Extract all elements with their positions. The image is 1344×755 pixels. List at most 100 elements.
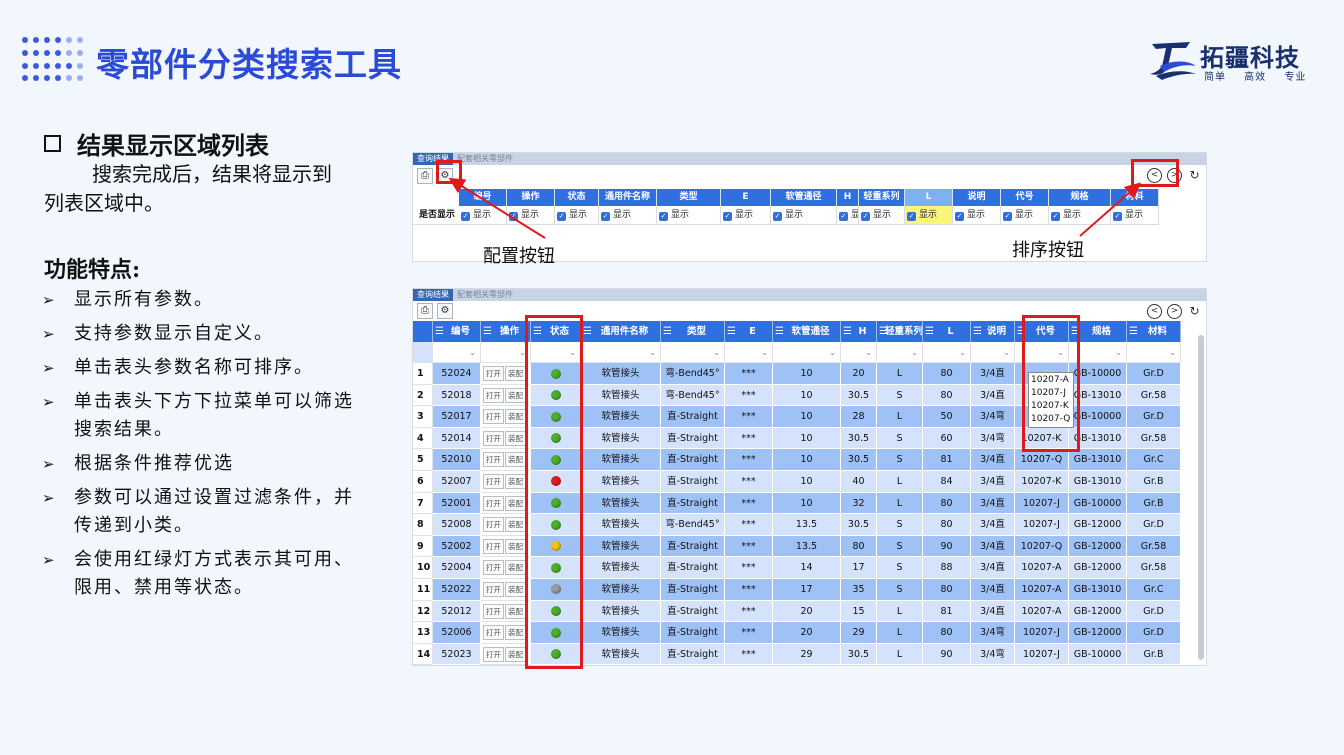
- table-row[interactable]: 4 52014 打开 装配 软管接头 直-Straight *** 10 30.5 S 60 3/4弯…: [413, 427, 1206, 450]
- table-row[interactable]: 11 52022 打开 装配 软管接头 直-Straight *** 17 35 S 80 3/4直 1…: [413, 578, 1206, 601]
- config-show-checkbox[interactable]: ✓显示: [905, 206, 953, 225]
- column-filter-dropdown[interactable]: ⌄: [531, 342, 581, 363]
- dropdown-option[interactable]: 10207-K: [1031, 400, 1071, 413]
- chevron-left-circle-icon[interactable]: <: [1147, 304, 1162, 319]
- open-button[interactable]: 打开: [483, 495, 504, 511]
- sort-icon[interactable]: ☰: [435, 321, 444, 342]
- assemble-button[interactable]: 装配: [505, 409, 526, 425]
- open-button[interactable]: 打开: [483, 646, 504, 662]
- sort-icon[interactable]: ☰: [1129, 321, 1138, 342]
- table-row[interactable]: 10 52004 打开 装配 软管接头 直-Straight *** 14 17 S 88 3/4直 1…: [413, 557, 1206, 579]
- tab-related-parts[interactable]: 配套相关零部件: [453, 153, 517, 165]
- column-header[interactable]: ☰ E: [725, 321, 773, 342]
- column-filter-dropdown[interactable]: ⌄: [841, 342, 877, 363]
- assemble-button[interactable]: 装配: [505, 366, 526, 381]
- assemble-button[interactable]: 装配: [505, 538, 526, 554]
- open-button[interactable]: 打开: [483, 430, 504, 446]
- assemble-button[interactable]: 装配: [505, 625, 526, 641]
- column-header[interactable]: ☰ 代号: [1015, 321, 1069, 342]
- column-header[interactable]: ☰ 类型: [661, 321, 725, 342]
- sort-icon[interactable]: ☰: [483, 321, 492, 342]
- table-row[interactable]: 5 52010 打开 装配 软管接头 直-Straight *** 10 30.5 S 81 3/4直…: [413, 449, 1206, 471]
- assemble-button[interactable]: 装配: [505, 581, 526, 597]
- assemble-button[interactable]: 装配: [505, 473, 526, 489]
- column-header[interactable]: ☰ 说明: [971, 321, 1015, 342]
- tab-query-result[interactable]: 查询结果: [413, 153, 453, 165]
- sort-icon[interactable]: ☰: [583, 321, 592, 342]
- open-button[interactable]: 打开: [483, 473, 504, 489]
- table-row[interactable]: 3 52017 打开 装配 软管接头 直-Straight *** 10 28 L 50 3/4弯 GB…: [413, 406, 1206, 428]
- config-show-checkbox[interactable]: ✓显示: [459, 206, 507, 225]
- column-filter-dropdown[interactable]: ⌄: [433, 342, 481, 363]
- sort-icon[interactable]: ☰: [843, 321, 852, 342]
- column-header[interactable]: ☰ 材料: [1127, 321, 1181, 342]
- sort-icon[interactable]: ☰: [879, 321, 888, 342]
- sort-icon[interactable]: ☰: [533, 321, 542, 342]
- assemble-button[interactable]: 装配: [505, 495, 526, 511]
- open-button[interactable]: 打开: [483, 452, 504, 468]
- config-show-checkbox[interactable]: ✓显示: [555, 206, 599, 225]
- open-button[interactable]: 打开: [483, 387, 504, 403]
- dropdown-option[interactable]: 10207-Q: [1031, 413, 1071, 426]
- assemble-button[interactable]: 装配: [505, 430, 526, 446]
- table-row[interactable]: 7 52001 打开 装配 软管接头 直-Straight *** 10 32 L 80 3/4直 10…: [413, 492, 1206, 515]
- config-show-checkbox[interactable]: ✓显示: [837, 206, 859, 225]
- config-show-checkbox[interactable]: ✓显示: [1049, 206, 1111, 225]
- chevron-left-circle-icon[interactable]: <: [1147, 168, 1162, 183]
- vertical-scrollbar[interactable]: [1198, 335, 1204, 660]
- assemble-button[interactable]: 装配: [505, 603, 526, 619]
- sort-icon[interactable]: ☰: [973, 321, 982, 342]
- refresh-icon[interactable]: ↻: [1187, 304, 1202, 319]
- column-filter-dropdown[interactable]: ⌄: [581, 342, 661, 363]
- open-button[interactable]: 打开: [483, 603, 504, 619]
- print-preview-icon[interactable]: ⎙: [417, 168, 433, 184]
- dropdown-option[interactable]: 10207-J: [1031, 387, 1071, 400]
- table-row[interactable]: 6 52007 打开 装配 软管接头 直-Straight *** 10 40 L 84 3/4直 10…: [413, 470, 1206, 493]
- chevron-right-circle-icon[interactable]: >: [1167, 168, 1182, 183]
- column-filter-dropdown[interactable]: ⌄: [1015, 342, 1069, 363]
- column-filter-dropdown[interactable]: ⌄: [773, 342, 841, 363]
- column-filter-dropdown[interactable]: ⌄: [1069, 342, 1127, 363]
- sort-icon[interactable]: ☰: [727, 321, 736, 342]
- column-header[interactable]: ☰ 编号: [433, 321, 481, 342]
- open-button[interactable]: 打开: [483, 366, 504, 381]
- config-show-checkbox[interactable]: ✓显示: [953, 206, 1001, 225]
- open-button[interactable]: 打开: [483, 538, 504, 554]
- column-header[interactable]: ☰ 状态: [531, 321, 581, 342]
- column-filter-dropdown[interactable]: ⌄: [923, 342, 971, 363]
- assemble-button[interactable]: 装配: [505, 517, 526, 533]
- config-button[interactable]: ⚙: [437, 303, 453, 319]
- column-header[interactable]: ☰ 操作: [481, 321, 531, 342]
- config-show-checkbox[interactable]: ✓显示: [859, 206, 905, 225]
- column-header[interactable]: ☰ 通用件名称: [581, 321, 661, 342]
- column-header[interactable]: ☰ H: [841, 321, 877, 342]
- open-button[interactable]: 打开: [483, 560, 504, 576]
- config-show-checkbox[interactable]: ✓显示: [721, 206, 771, 225]
- open-button[interactable]: 打开: [483, 625, 504, 641]
- config-show-checkbox[interactable]: ✓显示: [657, 206, 721, 225]
- config-show-checkbox[interactable]: ✓显示: [1111, 206, 1159, 225]
- column-filter-dropdown[interactable]: ⌄: [971, 342, 1015, 363]
- assemble-button[interactable]: 装配: [505, 452, 526, 468]
- column-filter-dropdown[interactable]: ⌄: [481, 342, 531, 363]
- sort-icon[interactable]: ☰: [925, 321, 934, 342]
- sort-icon[interactable]: ☰: [1017, 321, 1026, 342]
- config-show-checkbox[interactable]: ✓显示: [1001, 206, 1049, 225]
- column-filter-dropdown[interactable]: ⌄: [661, 342, 725, 363]
- config-button[interactable]: ⚙: [437, 168, 453, 184]
- dropdown-option[interactable]: 10207-A: [1031, 374, 1071, 387]
- tab-query-result[interactable]: 查询结果: [413, 289, 453, 301]
- table-row[interactable]: 14 52023 打开 装配 软管接头 直-Straight *** 29 30.5 L 90 3/4…: [413, 643, 1206, 665]
- column-filter-dropdown[interactable]: ⌄: [725, 342, 773, 363]
- column-header[interactable]: ☰ 软管通径: [773, 321, 841, 342]
- chevron-right-circle-icon[interactable]: >: [1167, 304, 1182, 319]
- open-button[interactable]: 打开: [483, 581, 504, 597]
- refresh-icon[interactable]: ↻: [1187, 168, 1202, 183]
- column-header[interactable]: ☰ L: [923, 321, 971, 342]
- table-row[interactable]: 2 52018 打开 装配 软管接头 弯-Bend45° *** 10 30.5 S 80 3/4直 G…: [413, 384, 1206, 407]
- column-header[interactable]: ☰ 规格: [1069, 321, 1127, 342]
- column-filter-dropdown[interactable]: ⌄: [1127, 342, 1181, 363]
- assemble-button[interactable]: 装配: [505, 387, 526, 403]
- tab-related-parts[interactable]: 配套相关零部件: [453, 289, 517, 301]
- assemble-button[interactable]: 装配: [505, 560, 526, 576]
